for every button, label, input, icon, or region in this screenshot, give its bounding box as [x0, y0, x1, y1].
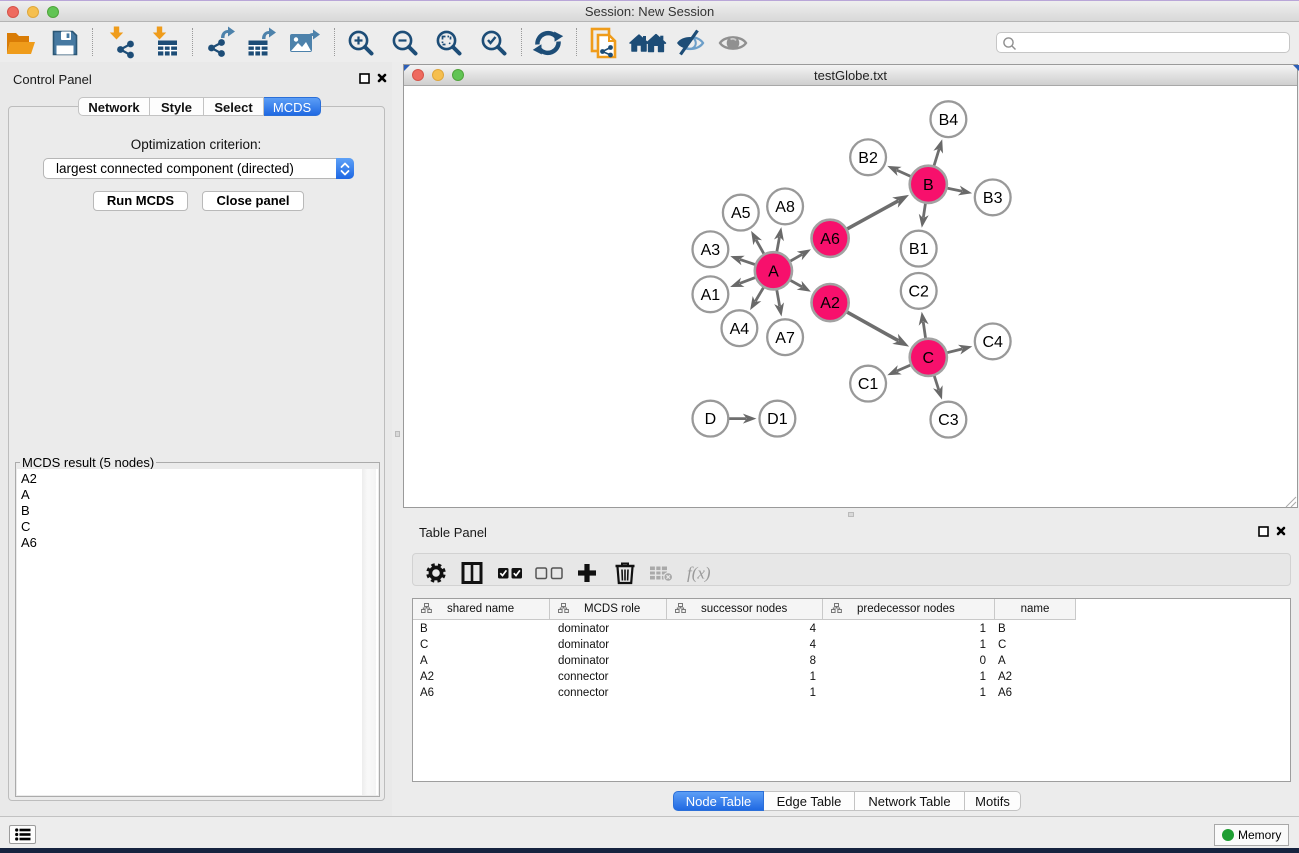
svg-text:A4: A4: [730, 321, 750, 338]
svg-text:A: A: [768, 263, 779, 280]
svg-text:C2: C2: [908, 284, 929, 301]
svg-text:A8: A8: [775, 199, 795, 216]
svg-text:A7: A7: [775, 330, 795, 347]
svg-text:C: C: [923, 350, 935, 367]
svg-text:f(x): f(x): [687, 564, 711, 583]
svg-text:B: B: [923, 177, 934, 194]
svg-text:A2: A2: [820, 295, 840, 312]
svg-text:B1: B1: [909, 241, 929, 258]
svg-text:A5: A5: [731, 205, 751, 222]
svg-text:B4: B4: [939, 112, 959, 129]
svg-text:C3: C3: [938, 412, 959, 429]
svg-text:C1: C1: [858, 376, 879, 393]
svg-text:C4: C4: [982, 334, 1003, 351]
svg-text:D1: D1: [767, 411, 788, 428]
svg-text:D: D: [705, 411, 717, 428]
svg-text:A6: A6: [820, 231, 840, 248]
svg-text:A1: A1: [701, 287, 721, 304]
svg-text:B2: B2: [858, 150, 878, 167]
svg-text:B3: B3: [983, 190, 1003, 207]
svg-text:A3: A3: [701, 242, 721, 259]
